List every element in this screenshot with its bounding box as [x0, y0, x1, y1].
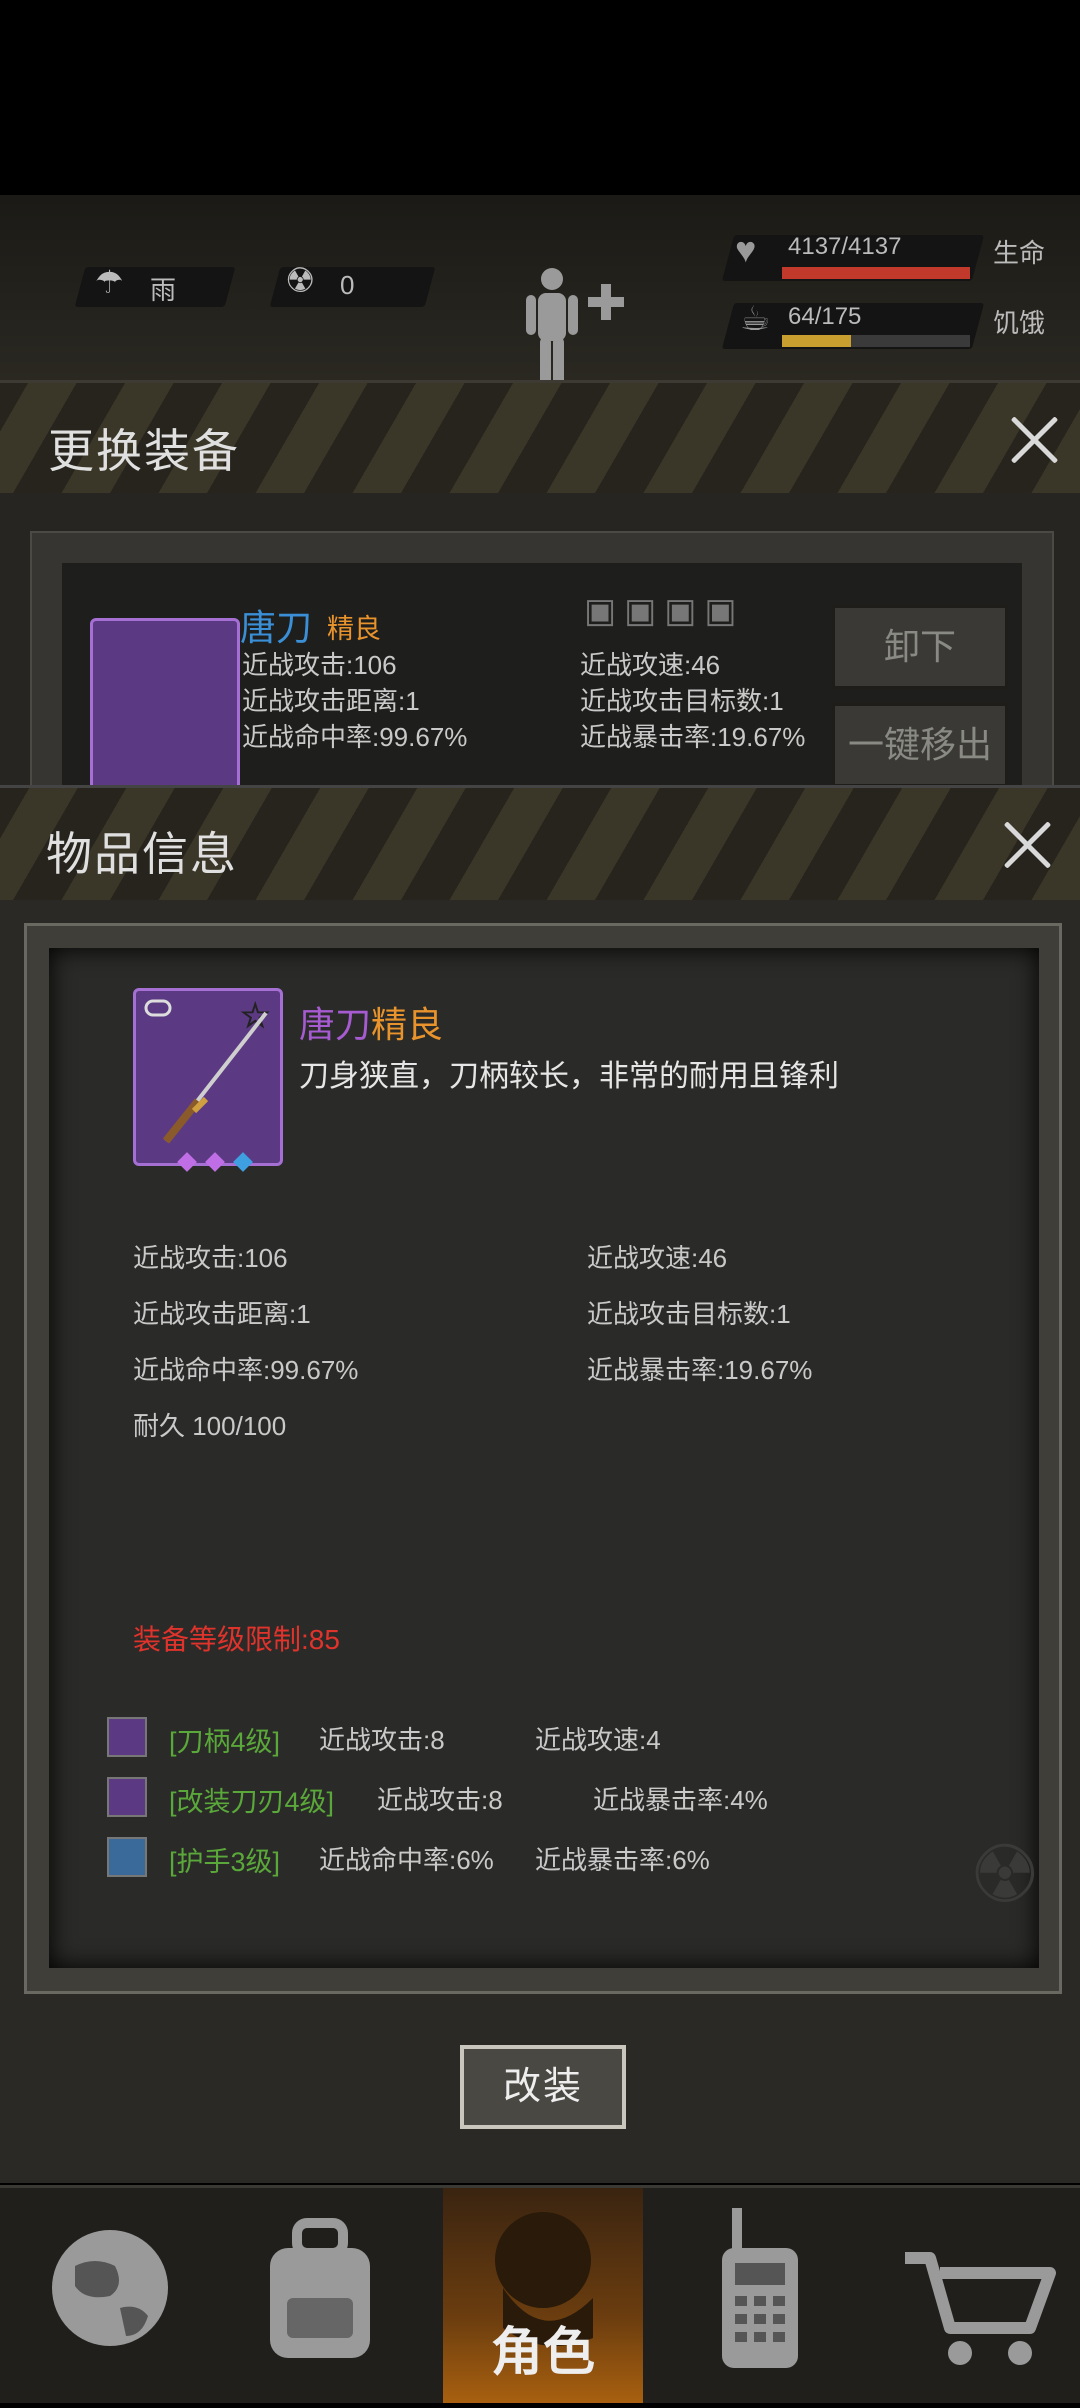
armor-slot-icons: ▣▣▣▣ — [584, 592, 745, 630]
mod-stat: 近战攻击:8 — [319, 1725, 445, 1755]
rain-icon: ☂ — [95, 264, 124, 300]
equip-panel-close-icon[interactable] — [1007, 413, 1061, 467]
radiation-value: 0 — [340, 270, 355, 300]
mod-name: [改装刀刃4级] — [169, 1787, 335, 1817]
item-info-header: 物品信息 — [0, 788, 1080, 900]
health-value: 4137/4137 — [788, 233, 902, 260]
stomach-icon: ☕ — [740, 300, 771, 338]
backpack-icon — [270, 2218, 370, 2358]
bottom-nav: 角色 — [0, 2185, 1080, 2403]
mod-name: [护手3级] — [169, 1847, 281, 1877]
nav-character-label: 角色 — [490, 2324, 595, 2382]
nav-backpack[interactable] — [225, 2188, 425, 2403]
health-bar-fill — [782, 267, 970, 279]
blade-mod-icon — [107, 1777, 147, 1817]
item-info-modal: 物品信息 ☆ 唐刀 精良 刀身狭直，刀柄较长，非常的耐用且锋利 近战攻击:106… — [0, 785, 1080, 2183]
hunger-bar — [782, 335, 970, 347]
equip-slot-frame: 唐刀 精良 近战攻击:106 近战攻击距离:1 近战命中率:99.67% 近战攻… — [30, 531, 1054, 796]
equipped-hit-rate: 近战命中率:99.67% — [242, 722, 468, 752]
stat-crit-rate: 近战暴击率:19.67% — [587, 1355, 813, 1385]
item-description: 刀身狭直，刀柄较长，非常的耐用且锋利 — [299, 1060, 839, 1093]
weather-text: 雨 — [150, 275, 177, 305]
mod-stat: 近战暴击率:4% — [593, 1785, 768, 1815]
hunger-label: 饥饿 — [993, 308, 1046, 338]
stat-durability: 耐久 100/100 — [133, 1411, 287, 1441]
item-name: 唐刀 — [299, 1004, 372, 1045]
stat-melee-attack: 近战攻击:106 — [133, 1243, 288, 1273]
equipped-item-icon[interactable] — [90, 618, 240, 796]
modify-button[interactable]: 改装 — [460, 2045, 626, 2129]
nav-radio[interactable] — [660, 2188, 860, 2403]
equipped-item-card: 唐刀 精良 近战攻击:106 近战攻击距离:1 近战命中率:99.67% 近战攻… — [62, 563, 1022, 796]
item-info-frame: ☆ 唐刀 精良 刀身狭直，刀柄较长，非常的耐用且锋利 近战攻击:106 近战攻击… — [24, 923, 1062, 1994]
remove-all-button[interactable]: 一键移出 — [832, 703, 1008, 787]
shopping-cart-icon — [905, 2252, 1056, 2365]
equipped-attack-speed: 近战攻速:46 — [580, 650, 721, 680]
item-quality: 精良 — [371, 1004, 444, 1045]
equipped-crit-rate: 近战暴击率:19.67% — [580, 722, 806, 752]
hunger-bar-fill — [782, 335, 851, 347]
stat-attack-speed: 近战攻速:46 — [587, 1243, 728, 1273]
item-icon: ☆ — [133, 988, 283, 1172]
nav-character[interactable]: 角色 — [443, 2188, 643, 2403]
health-label: 生命 — [993, 238, 1046, 268]
nav-shop[interactable] — [875, 2188, 1075, 2403]
guard-mod-icon — [107, 1837, 147, 1877]
status-area: ☂ 雨 ☢ 0 ♥ 4137/4137 生命 ☕ 64/175 饥饿 — [0, 195, 1080, 395]
nav-world[interactable] — [20, 2188, 220, 2403]
mod-stat: 近战攻速:4 — [535, 1725, 661, 1755]
body-status-icon[interactable] — [520, 265, 630, 385]
equipped-melee-attack: 近战攻击:106 — [242, 650, 397, 680]
heart-icon: ♥ — [735, 229, 757, 270]
equipped-item-quality: 精良 — [327, 614, 381, 644]
globe-icon — [52, 2230, 168, 2346]
radiation-watermark-icon: ☢ — [969, 1830, 1041, 1919]
equipped-target-count: 近战攻击目标数:1 — [580, 686, 784, 716]
mod-name: [刀柄4级] — [169, 1727, 281, 1757]
hunger-value: 64/175 — [788, 303, 862, 330]
level-requirement: 装备等级限制:85 — [133, 1624, 340, 1655]
katana-icon: ☆ — [144, 996, 271, 1144]
equipped-item-name: 唐刀 — [240, 607, 313, 648]
mod-stat: 近战暴击率:6% — [535, 1845, 710, 1875]
handle-mod-icon — [107, 1717, 147, 1757]
radiation-icon: ☢ — [285, 262, 316, 300]
unequip-button[interactable]: 卸下 — [832, 605, 1008, 689]
equipped-attack-range: 近战攻击距离:1 — [242, 686, 420, 716]
mod-stat: 近战攻击:8 — [377, 1785, 503, 1815]
equip-panel-title: 更换装备 — [48, 425, 240, 477]
health-bar — [782, 267, 970, 279]
walkie-talkie-icon — [722, 2208, 798, 2368]
item-info-title: 物品信息 — [46, 828, 238, 880]
mod-stat: 近战命中率:6% — [319, 1845, 494, 1875]
equip-panel-header: 更换装备 — [0, 383, 1080, 493]
item-info-content: ☆ 唐刀 精良 刀身狭直，刀柄较长，非常的耐用且锋利 近战攻击:106 近战攻击… — [49, 948, 1041, 1968]
stat-target-count: 近战攻击目标数:1 — [587, 1299, 791, 1329]
stat-attack-range: 近战攻击距离:1 — [133, 1299, 311, 1329]
stat-hit-rate: 近战命中率:99.67% — [133, 1355, 359, 1385]
item-info-close-icon[interactable] — [1000, 818, 1054, 872]
